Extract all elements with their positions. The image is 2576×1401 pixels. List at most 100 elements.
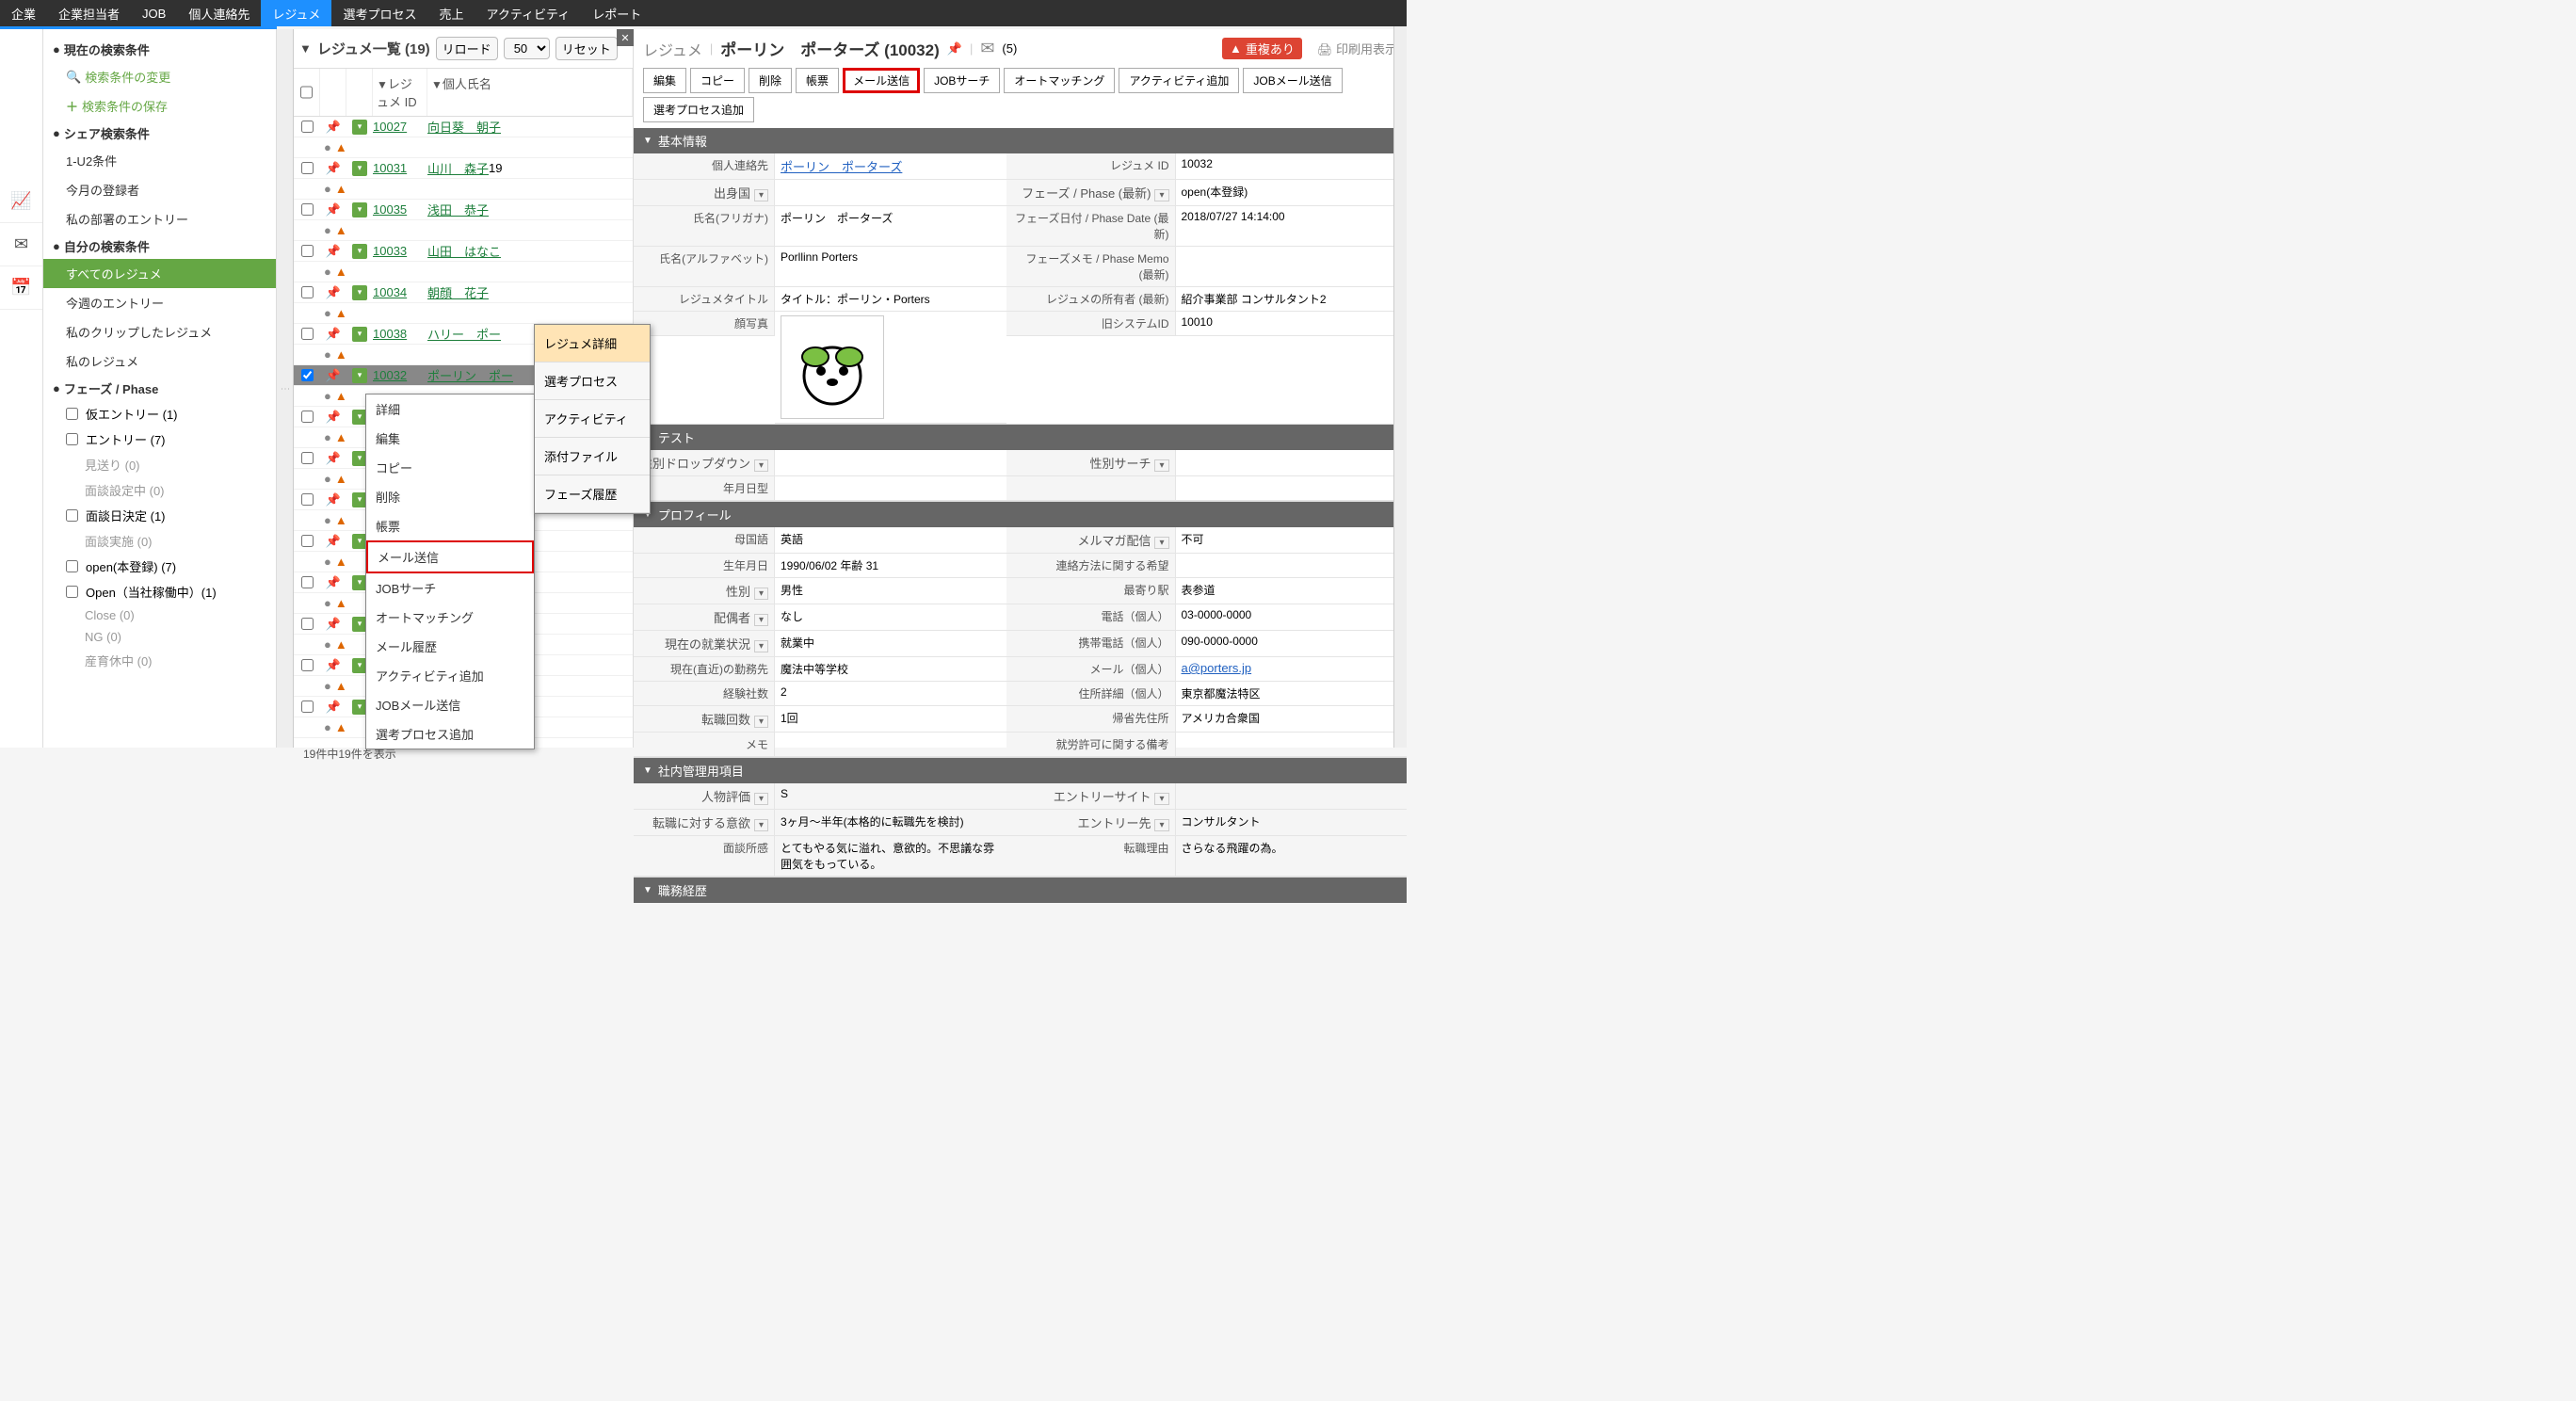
row-checkbox[interactable] [301,286,314,298]
row-checkbox[interactable] [301,618,314,630]
sub-item-0[interactable]: レジュメ詳細 [535,325,650,362]
pin-icon[interactable]: 📌 [320,327,346,342]
row-checkbox[interactable] [301,452,314,464]
name-link[interactable]: ポーリン ポー [427,366,513,384]
row-checkbox[interactable] [301,328,314,340]
ctx-item-4[interactable]: 帳票 [366,511,534,540]
share-item-2[interactable]: 私の部署のエントリー [43,204,276,234]
pagesize-select[interactable]: 50 [504,38,550,59]
resume-id-link[interactable]: 10038 [373,327,407,341]
dropdown-icon[interactable]: ▾ [352,327,367,342]
ctx-item-5[interactable]: メール送信 [366,540,534,573]
table-row[interactable]: 📌▾10033山田 はなこ [294,241,633,262]
nav-activity[interactable]: アクティビティ [475,0,581,26]
dropdown-icon[interactable]: ▾ [1154,189,1168,201]
mail-envelope-icon[interactable]: ✉ [980,39,994,58]
pin-icon[interactable]: 📌 [320,120,346,135]
nav-sales[interactable]: 売上 [427,0,475,26]
pin-icon[interactable]: 📌 [947,41,962,56]
dropdown-icon[interactable]: ▾ [352,161,367,176]
resume-id-link[interactable]: 10032 [373,368,407,382]
sub-item-2[interactable]: アクティビティ [535,400,650,438]
phase-sub-5[interactable]: 面談実施 (0) [43,528,276,554]
phase-item-0[interactable]: 仮エントリー (1) [43,401,276,427]
row-checkbox[interactable] [301,700,314,713]
add-activity-button[interactable]: アクティビティ追加 [1119,68,1239,93]
own-item-2[interactable]: 私のクリップしたレジュメ [43,317,276,346]
job-mail-button[interactable]: JOBメール送信 [1243,68,1342,93]
chart-icon[interactable]: 📈 [0,180,42,223]
pin-icon[interactable]: 📌 [320,658,346,673]
share-item-1[interactable]: 今月の登録者 [43,175,276,204]
print-link[interactable]: 🖨 印刷用表示 [1317,40,1397,57]
pin-icon[interactable]: 📌 [320,244,346,259]
add-process-button[interactable]: 選考プロセス追加 [643,97,754,122]
job-search-button[interactable]: JOBサーチ [924,68,1000,93]
col-name[interactable]: ▼個人氏名 [427,69,633,116]
drag-handle-1[interactable]: ⋮ [277,29,294,748]
own-item-all[interactable]: すべてのレジュメ [43,259,276,288]
ctx-item-8[interactable]: メール履歴 [366,632,534,661]
ctx-item-0[interactable]: 詳細 [366,395,534,424]
email-link[interactable]: a@porters.jp [1182,661,1252,675]
name-link[interactable]: 向日葵 朝子 [427,118,501,136]
ctx-item-3[interactable]: 削除 [366,482,534,511]
section-profile[interactable]: ▼プロフィール [634,502,1407,527]
phase-sub-10[interactable]: 産育休中 (0) [43,648,276,673]
nav-personal-contact[interactable]: 個人連絡先 [177,0,261,26]
delete-button[interactable]: 削除 [749,68,792,93]
table-row[interactable]: 📌▾10034朝顔 花子 [294,282,633,303]
ctx-item-7[interactable]: オートマッチング [366,603,534,632]
reset-button[interactable]: リセット [555,37,618,60]
name-link[interactable]: 浅田 恭子 [427,201,489,218]
dropdown-icon[interactable]: ▾ [352,120,367,135]
ctx-item-9[interactable]: アクティビティ追加 [366,661,534,690]
table-row[interactable]: 📌▾10031山川 森子 19 [294,158,633,179]
sub-item-1[interactable]: 選考プロセス [535,362,650,400]
nav-job[interactable]: JOB [131,0,177,26]
change-search-link[interactable]: 🔍検索条件の変更 [43,62,276,91]
nav-resume[interactable]: レジュメ [261,0,331,26]
dropdown-icon[interactable]: ▾ [352,244,367,259]
right-collapsed-panel[interactable] [1393,26,1407,748]
pin-icon[interactable]: 📌 [320,617,346,632]
phase-sub-9[interactable]: NG (0) [43,626,276,648]
row-checkbox[interactable] [301,535,314,547]
pin-icon[interactable]: 📌 [320,534,346,549]
own-item-3[interactable]: 私のレジュメ [43,346,276,376]
row-checkbox[interactable] [301,411,314,423]
sub-item-3[interactable]: 添付ファイル [535,438,650,475]
share-item-0[interactable]: 1-U2条件 [43,146,276,175]
phase-sub-2[interactable]: 見送り (0) [43,452,276,477]
copy-button[interactable]: コピー [690,68,745,93]
pin-icon[interactable]: 📌 [320,285,346,300]
pin-icon[interactable]: 📌 [320,575,346,590]
pin-icon[interactable]: 📌 [320,451,346,466]
row-checkbox[interactable] [301,493,314,506]
resume-id-link[interactable]: 10031 [373,161,407,175]
ctx-item-10[interactable]: JOBメール送信 [366,690,534,719]
nav-report[interactable]: レポート [581,0,652,26]
ctx-item-6[interactable]: JOBサーチ [366,573,534,603]
pin-icon[interactable]: 📌 [320,368,346,383]
row-checkbox[interactable] [301,659,314,671]
section-basic[interactable]: ▼基本情報 [634,128,1407,153]
ctx-item-1[interactable]: 編集 [366,424,534,453]
name-link[interactable]: 朝顔 花子 [427,283,489,301]
row-checkbox[interactable] [301,369,314,381]
phase-item-4[interactable]: 面談日決定 (1) [43,503,276,528]
pin-icon[interactable]: 📌 [320,161,346,176]
pin-icon[interactable]: 📌 [320,700,346,715]
phase-item-7[interactable]: Open（当社稼働中）(1) [43,579,276,604]
col-resume-id[interactable]: ▼レジュメ ID [373,69,427,116]
phase-item-6[interactable]: open(本登録) (7) [43,554,276,579]
table-row[interactable]: 📌▾10035浅田 恭子 [294,200,633,220]
row-checkbox[interactable] [301,121,314,133]
name-link[interactable]: 山川 森子 [427,159,489,177]
own-item-1[interactable]: 今週のエントリー [43,288,276,317]
ctx-item-11[interactable]: 選考プロセス追加 [366,719,534,749]
nav-process[interactable]: 選考プロセス [331,0,427,26]
dropdown-icon[interactable]: ▾ [754,189,768,201]
report-button[interactable]: 帳票 [796,68,839,93]
resume-id-link[interactable]: 10034 [373,285,407,299]
